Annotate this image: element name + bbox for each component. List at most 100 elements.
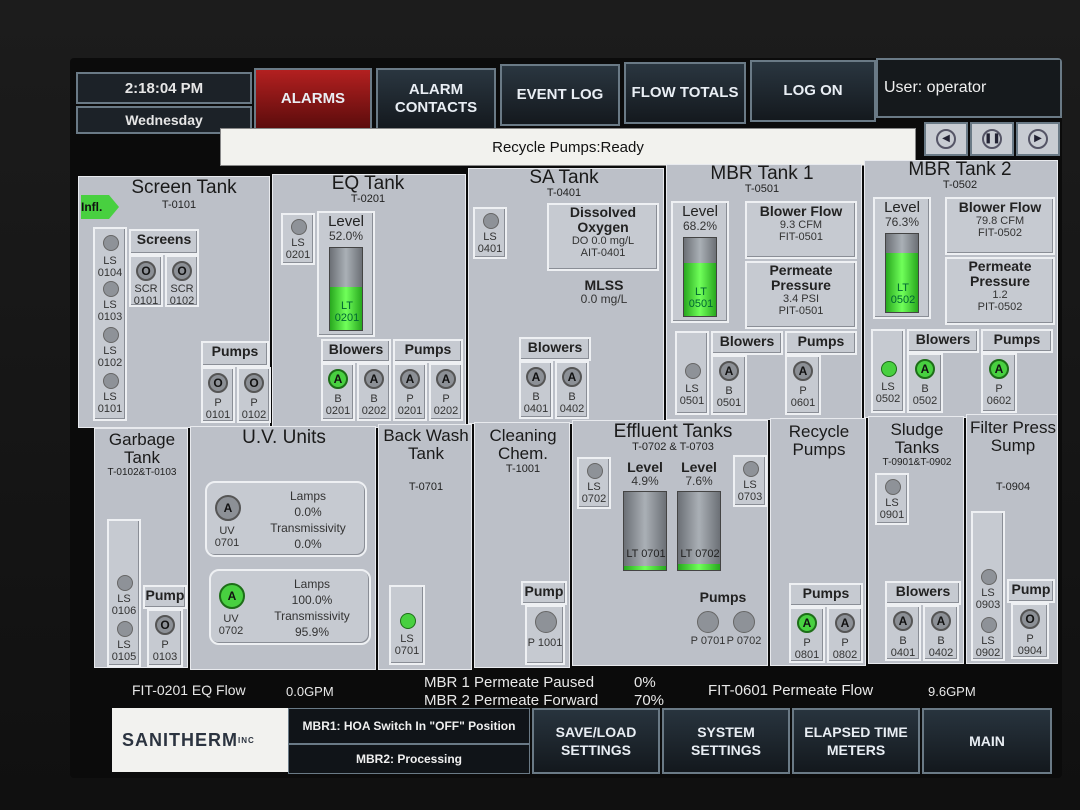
garbage-tank-tag: T-0102&T-0103	[107, 467, 177, 478]
level-switch-icon	[103, 373, 119, 389]
pump-state-indicator: O	[155, 615, 175, 635]
next-screen-button[interactable]: ▶	[1016, 122, 1060, 156]
pump-unit[interactable]: A P 0201	[393, 363, 427, 421]
uv-trans-value: 95.9%	[294, 625, 330, 639]
prev-screen-button[interactable]: ◀	[924, 122, 968, 156]
mbr2-message: MBR2: Processing	[288, 744, 530, 774]
effluent-level-switch: LS 0702	[577, 457, 611, 509]
level-switch-icon	[117, 621, 133, 637]
event-log-button[interactable]: EVENT LOG	[500, 64, 620, 126]
uv-trans-value: 0.0%	[294, 537, 322, 551]
pump-label: P 0102	[241, 397, 267, 421]
system-settings-button[interactable]: SYSTEM SETTINGS	[662, 708, 790, 774]
pump-unit[interactable]: A P 0602	[981, 353, 1017, 413]
sa-tank-tag: T-0401	[546, 187, 582, 199]
arrow-right-icon	[109, 195, 119, 219]
log-on-button[interactable]: LOG ON	[750, 60, 876, 122]
mbr1-level-tank: LT 0501	[683, 237, 717, 317]
pump-state-indicator: A	[989, 359, 1009, 379]
pump-unit[interactable]: O P 0101	[201, 367, 235, 423]
ls-label: LS 0106	[111, 593, 137, 617]
pump-indicator[interactable]	[697, 611, 719, 633]
mbr2-level-tank: LT 0502	[885, 233, 919, 313]
pump-indicator[interactable]	[733, 611, 755, 633]
permeate-flow-label: FIT-0601 Permeate Flow	[708, 682, 874, 699]
level-switch-icon	[981, 569, 997, 585]
pump-unit[interactable]: O P 0102	[237, 367, 271, 423]
uv-trans-label: Transmissivity	[274, 609, 350, 623]
lt-label: LT 0502	[890, 282, 916, 306]
pump-label: P 0702	[726, 635, 762, 647]
uv-trans-label: Transmissivity	[270, 521, 346, 535]
blower-unit[interactable]: A B 0202	[357, 363, 391, 421]
pump-unit[interactable]: O P 0103	[147, 609, 183, 667]
lt-label: LT 0702	[680, 548, 720, 560]
mlss-label: MLSS	[584, 277, 624, 293]
ls-label: LS 0701	[394, 633, 420, 657]
blowers-header: Blowers	[885, 581, 961, 605]
blower-state-indicator: A	[719, 361, 739, 381]
effluent-level-tank: LT 0701	[623, 491, 667, 571]
uv-unit[interactable]: A UV 0701 Lamps 0.0% Transmissivity 0.0%	[205, 481, 367, 557]
blower-state-indicator: A	[526, 367, 546, 387]
screen-state-indicator: O	[136, 261, 156, 281]
pump-label: P 0202	[433, 393, 459, 417]
screen-tank-panel: Screen Tank T-0101 Infl. LS 0104 LS 0103…	[78, 176, 271, 428]
uv-units-panel: U.V. Units A UV 0701 Lamps 0.0% Transmis…	[190, 426, 376, 670]
effluent-tanks-panel: Effluent Tanks T-0702 & T-0703 LS 0702 L…	[572, 420, 768, 666]
pump-state-indicator: A	[436, 369, 456, 389]
screen-unit[interactable]: O SCR 0101	[129, 255, 163, 307]
recycle-pumps-panel: Recycle Pumps Pumps A P 0801 A P 0802	[770, 418, 866, 666]
screen-unit-label: SCR 0101	[133, 283, 159, 307]
pump-label: P 0802	[832, 637, 858, 661]
flow-totals-button[interactable]: FLOW TOTALS	[624, 62, 746, 124]
pump-state-indicator: O	[244, 373, 264, 393]
blower-unit[interactable]: A B 0402	[923, 605, 959, 661]
ls-label: LS 0201	[285, 237, 311, 261]
uv-unit[interactable]: A UV 0702 Lamps 100.0% Transmissivity 95…	[209, 569, 371, 645]
garbage-tank-title: Garbage Tank	[108, 430, 176, 467]
blower-unit[interactable]: A B 0502	[907, 353, 943, 413]
pump-unit[interactable]: A P 0202	[429, 363, 463, 421]
blowers-header: Blowers	[711, 331, 783, 355]
pump-unit[interactable]: A P 0802	[827, 607, 863, 663]
blower-unit[interactable]: A B 0402	[555, 361, 589, 419]
alarms-button[interactable]: ALARMS	[254, 68, 372, 130]
pumps-header: Pumps	[393, 339, 463, 363]
elapsed-time-meters-button[interactable]: ELAPSED TIME METERS	[792, 708, 920, 774]
screen-unit[interactable]: O SCR 0102	[165, 255, 199, 307]
lt-label: LT 0501	[688, 286, 714, 310]
pump-unit[interactable]: A P 0601	[785, 355, 821, 415]
pump-unit[interactable]: O P 0904	[1011, 603, 1049, 659]
save-load-settings-button[interactable]: SAVE/LOAD SETTINGS	[532, 708, 660, 774]
effluent-tag: T-0702 & T-0703	[632, 441, 714, 453]
cleaning-title: Cleaning Chem.	[489, 426, 557, 463]
pump-state-indicator: A	[793, 361, 813, 381]
pump-label: P 0904	[1017, 633, 1043, 657]
permeate-pressure-box: Permeate Pressure 3.4 PSI PIT-0501	[745, 261, 857, 329]
pump-unit[interactable]: P 1001	[525, 605, 565, 665]
blower-unit[interactable]: A B 0201	[321, 363, 355, 421]
pump-label: P 0601	[790, 385, 816, 409]
pump-label: P 0201	[397, 393, 423, 417]
main-button[interactable]: MAIN	[922, 708, 1052, 774]
sa-tank-panel: SA Tank T-0401 LS 0401 Dissolved Oxygen …	[468, 168, 664, 424]
lt-label: LT 0701	[626, 548, 666, 560]
blower-unit[interactable]: A B 0401	[885, 605, 921, 661]
level-switch-icon	[885, 479, 901, 495]
mbr2-tag: T-0502	[942, 179, 978, 191]
eq-tank-panel: EQ Tank T-0201 LS 0201 Level 52.0% LT 02…	[272, 174, 466, 428]
mbr1-level-switch: LS 0501	[675, 331, 709, 415]
level-switch-icon	[685, 363, 701, 379]
permeate-pressure-box: Permeate Pressure 1.2 PIT-0502	[945, 257, 1055, 325]
level-switch-icon	[483, 213, 499, 229]
pause-button[interactable]: ❚❚	[970, 122, 1014, 156]
alarm-contacts-button[interactable]: ALARM CONTACTS	[376, 68, 496, 130]
mbr1-title: MBR Tank 1	[710, 163, 814, 184]
pump-unit[interactable]: A P 0801	[789, 607, 825, 663]
mbr-tank-2-panel: MBR Tank 2 T-0502 Level 76.3% LT 0502 Bl…	[864, 160, 1058, 418]
uv-unit-label: UV 0701	[214, 525, 240, 549]
blower-unit[interactable]: A B 0501	[711, 355, 747, 415]
blower-unit[interactable]: A B 0401	[519, 361, 553, 419]
ls-label: LS 0702	[581, 481, 607, 505]
